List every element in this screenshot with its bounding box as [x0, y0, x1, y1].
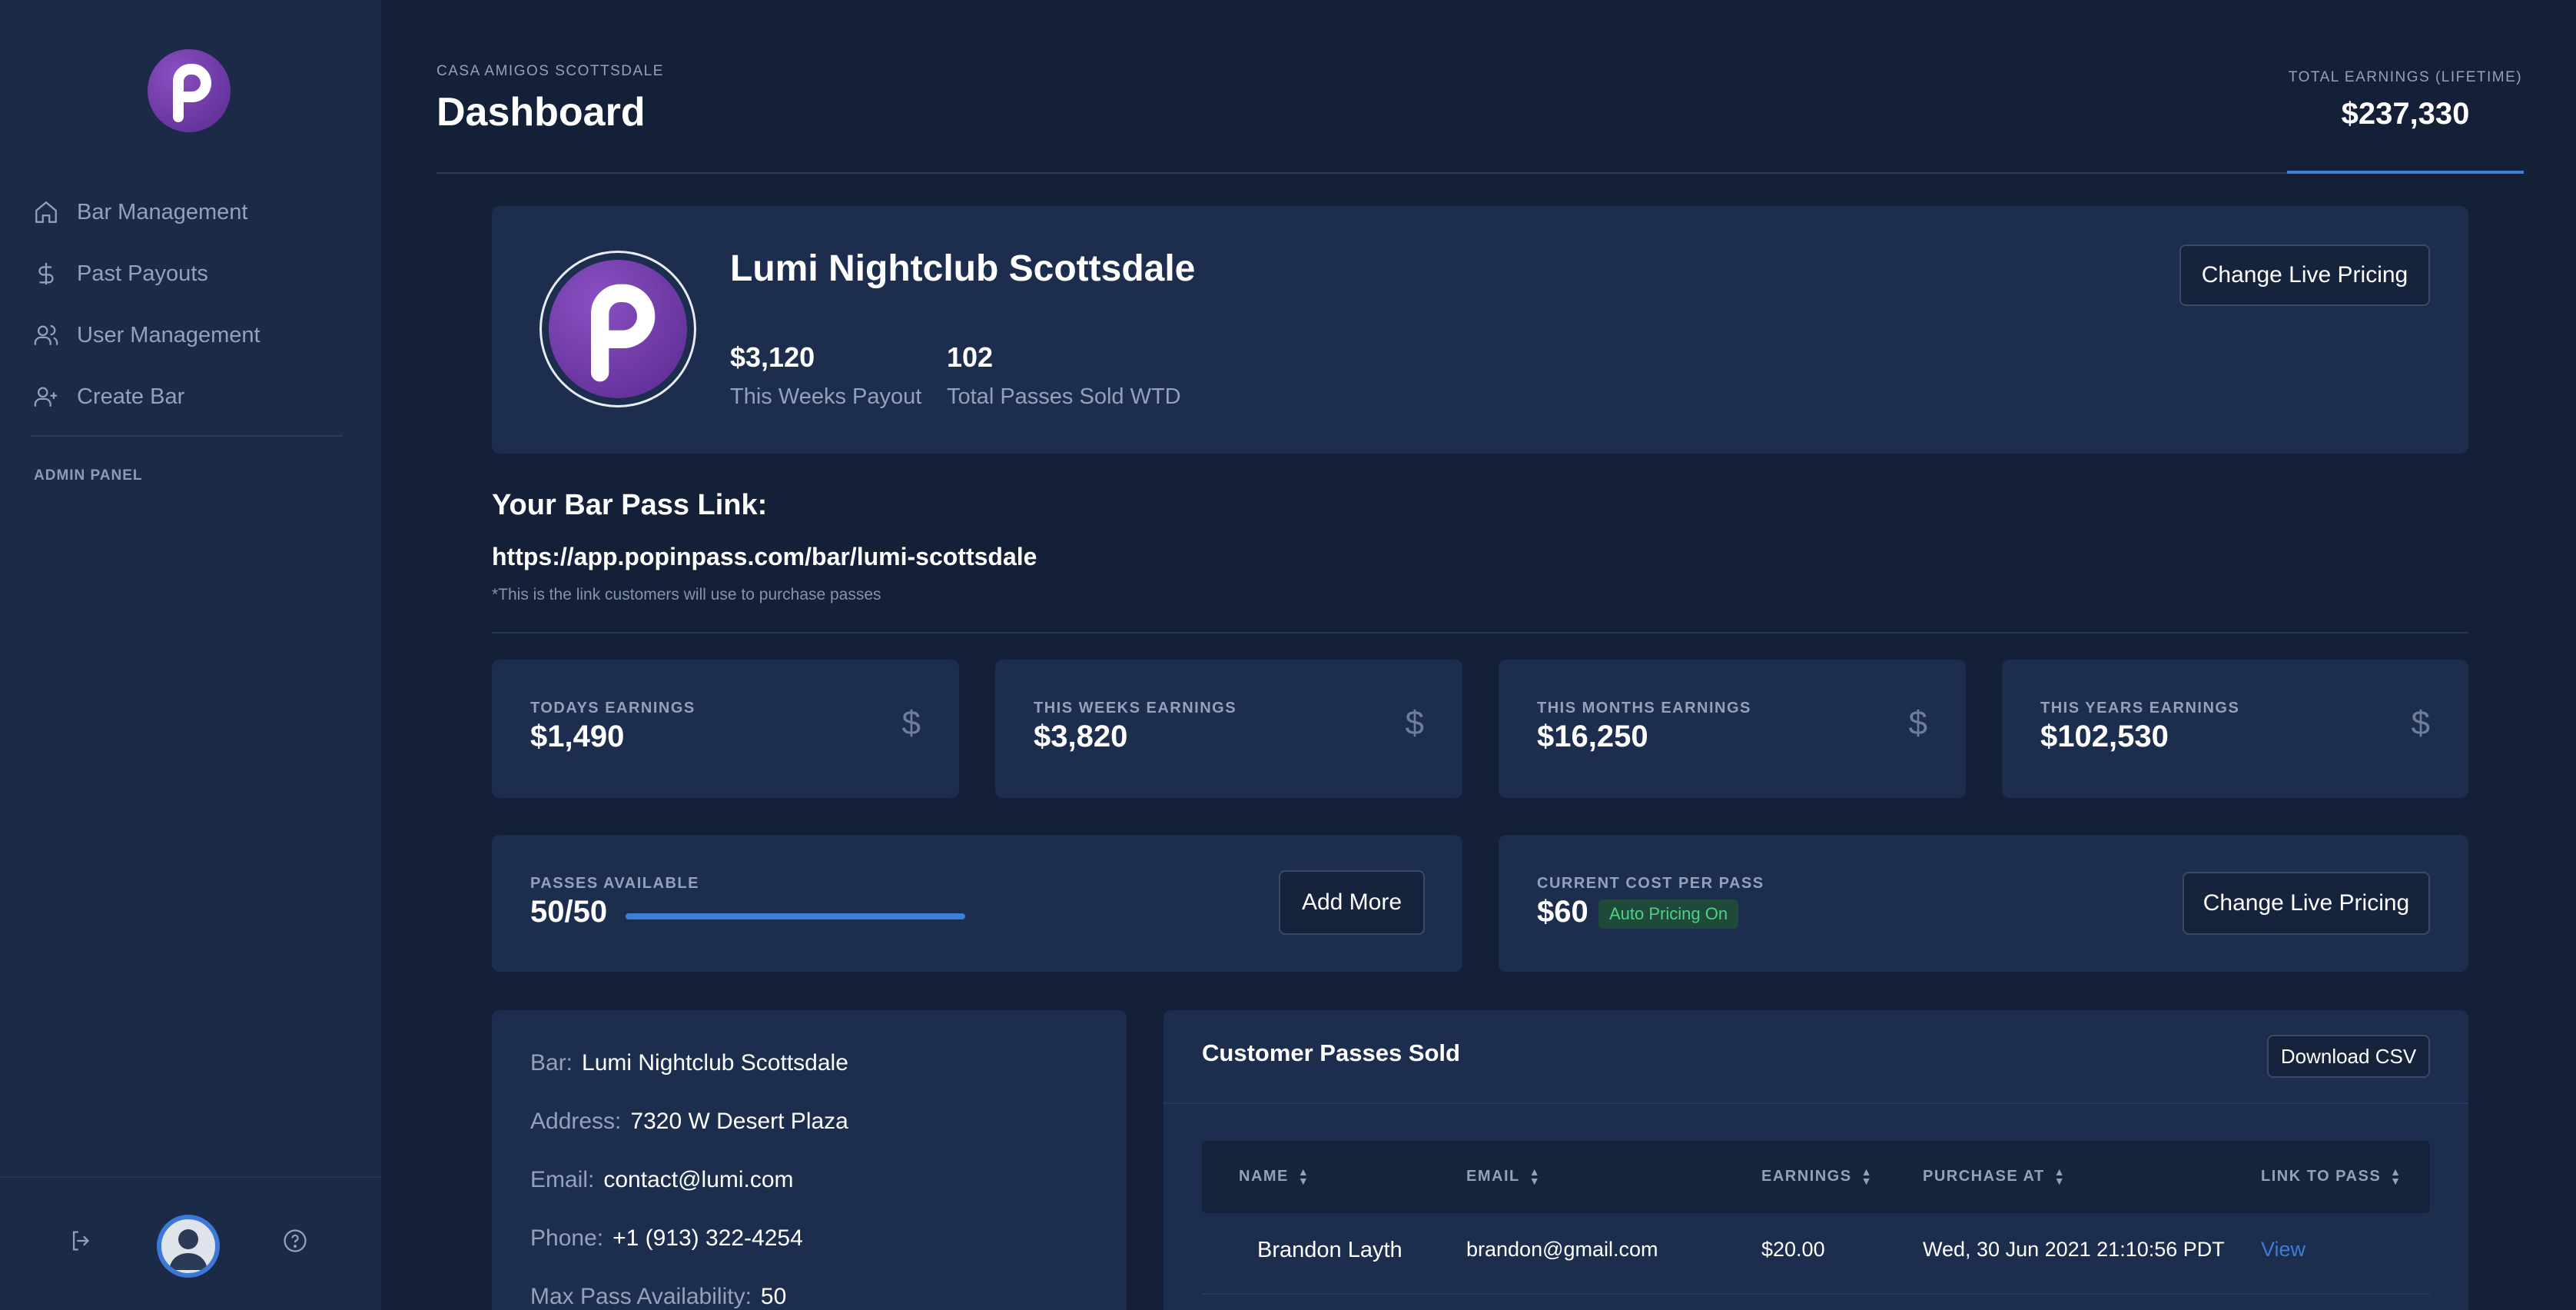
sort-icon: ▲ ▼: [1297, 1165, 1310, 1187]
avatar[interactable]: [157, 1215, 220, 1278]
cell-purchase-at: Wed, 30 Jun 2021 21:10:56 PDT: [1923, 1238, 2225, 1261]
sort-icon: ▲ ▼: [1529, 1165, 1542, 1187]
pass-link-title: Your Bar Pass Link:: [492, 489, 768, 521]
column-header-link[interactable]: LINK TO PASS ▲ ▼: [2261, 1165, 2402, 1187]
passes-progress-bar: [626, 913, 965, 919]
earnings-label: TODAYS EARNINGS: [530, 700, 695, 717]
admin-panel-label: ADMIN PANEL: [34, 467, 143, 484]
add-more-button[interactable]: Add More: [1279, 870, 1425, 935]
page-header: CASA AMIGOS SCOTTSDALE Dashboard TOTAL E…: [437, 0, 2524, 174]
dollar-icon: $: [1405, 704, 1424, 742]
earnings-label: THIS MONTHS EARNINGS: [1537, 700, 1751, 717]
venue-name: Lumi Nightclub Scottsdale: [730, 248, 1196, 289]
dollar-icon: $: [901, 704, 921, 742]
view-pass-link[interactable]: View: [2261, 1238, 2305, 1262]
auto-pricing-badge: Auto Pricing On: [1598, 899, 1739, 929]
earnings-card-week: THIS WEEKS EARNINGS $3,820 $: [995, 660, 1462, 798]
sidebar-item-past-payouts[interactable]: Past Payouts: [31, 243, 261, 304]
total-earnings-value: $237,330: [2341, 97, 2470, 131]
table-header: NAME ▲ ▼ EMAIL ▲ ▼ EARNINGS ▲ ▼ PURCHASE AT ▲ ▼ …: [1202, 1141, 2430, 1213]
info-row-phone: Phone: +1 (913) 322-4254: [530, 1225, 803, 1251]
earnings-value: $1,490: [530, 720, 625, 753]
customer-passes-title: Customer Passes Sold: [1202, 1039, 1460, 1066]
user-plus-icon: [31, 381, 61, 412]
customer-passes-card: Customer Passes Sold Download CSV NAME ▲ ▼…: [1164, 1010, 2468, 1310]
table-divider: [1164, 1102, 2468, 1104]
passes-sold-label: Total Passes Sold WTD: [947, 384, 1181, 409]
cell-name: Brandon Layth: [1257, 1238, 1403, 1262]
sidebar: Bar Management Past Payouts User Managem…: [0, 0, 381, 1310]
page-title: Dashboard: [437, 90, 646, 135]
sidebar-nav: Bar Management Past Payouts User Managem…: [31, 181, 261, 427]
sort-icon: ▲ ▼: [1861, 1165, 1873, 1187]
pass-link-note: *This is the link customers will use to …: [492, 586, 881, 603]
info-row-address: Address: 7320 W Desert Plaza: [530, 1109, 848, 1134]
sort-icon: ▲ ▼: [2053, 1165, 2066, 1187]
section-divider: [492, 632, 2468, 633]
popinpass-logo[interactable]: [148, 49, 231, 132]
pass-link-url[interactable]: https://app.popinpass.com/bar/lumi-scott…: [492, 543, 1037, 571]
sidebar-item-label: Create Bar: [77, 384, 185, 409]
venue-subtitle: CASA AMIGOS SCOTTSDALE: [437, 63, 664, 79]
sidebar-item-bar-management[interactable]: Bar Management: [31, 181, 261, 243]
passes-available-value: 50/50: [530, 895, 608, 929]
earnings-value: $16,250: [1537, 720, 1648, 753]
info-row-email: Email: contact@lumi.com: [530, 1167, 794, 1192]
earnings-value: $102,530: [2040, 720, 2169, 753]
earnings-card-month: THIS MONTHS EARNINGS $16,250 $: [1499, 660, 1966, 798]
info-row-max-pass: Max Pass Availability: 50: [530, 1284, 787, 1309]
earnings-card-today: TODAYS EARNINGS $1,490 $: [492, 660, 959, 798]
column-header-name[interactable]: NAME ▲ ▼: [1239, 1165, 1310, 1187]
earnings-value: $3,820: [1034, 720, 1128, 753]
venue-logo: [539, 251, 696, 407]
home-icon: [31, 197, 61, 228]
total-earnings-box: TOTAL EARNINGS (LIFETIME) $237,330: [2287, 69, 2524, 174]
earnings-label: THIS WEEKS EARNINGS: [1034, 700, 1237, 717]
cell-email: brandon@gmail.com: [1466, 1238, 1658, 1261]
download-csv-button[interactable]: Download CSV: [2267, 1035, 2430, 1078]
cost-per-pass-label: CURRENT COST PER PASS: [1537, 875, 1764, 892]
weekly-payout-value: $3,120: [730, 341, 815, 373]
column-header-email[interactable]: EMAIL ▲ ▼: [1466, 1165, 1542, 1187]
sidebar-bottom-divider: [0, 1176, 381, 1178]
help-icon[interactable]: [280, 1225, 310, 1256]
total-earnings-label: TOTAL EARNINGS (LIFETIME): [2288, 69, 2523, 85]
venue-card: Lumi Nightclub Scottsdale $3,120 This We…: [492, 206, 2468, 454]
cell-earnings: $20.00: [1761, 1238, 1825, 1261]
logout-icon[interactable]: [66, 1225, 97, 1256]
sidebar-item-create-bar[interactable]: Create Bar: [31, 366, 261, 427]
passes-progress-fill: [626, 913, 965, 919]
sidebar-item-user-management[interactable]: User Management: [31, 304, 261, 366]
sidebar-divider: [31, 435, 343, 437]
sort-icon: ▲ ▼: [2390, 1165, 2402, 1187]
sidebar-item-label: Bar Management: [77, 199, 248, 224]
users-icon: [31, 320, 61, 351]
bar-info-card: Bar: Lumi Nightclub Scottsdale Address: 73…: [492, 1010, 1127, 1310]
dollar-icon: $: [2411, 704, 2430, 742]
passes-sold-value: 102: [947, 341, 994, 373]
earnings-label: THIS YEARS EARNINGS: [2040, 700, 2240, 717]
column-header-purchase-at[interactable]: PURCHASE AT ▲ ▼: [1923, 1165, 2066, 1187]
change-live-pricing-button[interactable]: Change Live Pricing: [2179, 244, 2430, 306]
cost-per-pass-value: $60: [1537, 895, 1588, 929]
sidebar-item-label: Past Payouts: [77, 261, 208, 286]
pricing-card: CURRENT COST PER PASS $60 Auto Pricing O…: [1499, 835, 2468, 972]
info-row-bar: Bar: Lumi Nightclub Scottsdale: [530, 1050, 848, 1076]
sidebar-item-label: User Management: [77, 322, 261, 347]
dollar-icon: $: [1908, 704, 1927, 742]
weekly-payout-label: This Weeks Payout: [730, 384, 922, 409]
dollar-icon: [31, 258, 61, 289]
row-divider: [1202, 1293, 2430, 1295]
passes-available-card: PASSES AVAILABLE 50/50 Add More: [492, 835, 1462, 972]
passes-available-label: PASSES AVAILABLE: [530, 875, 699, 892]
earnings-card-year: THIS YEARS EARNINGS $102,530 $: [2002, 660, 2468, 798]
change-live-pricing-button-2[interactable]: Change Live Pricing: [2183, 872, 2430, 935]
column-header-earnings[interactable]: EARNINGS ▲ ▼: [1761, 1165, 1873, 1187]
